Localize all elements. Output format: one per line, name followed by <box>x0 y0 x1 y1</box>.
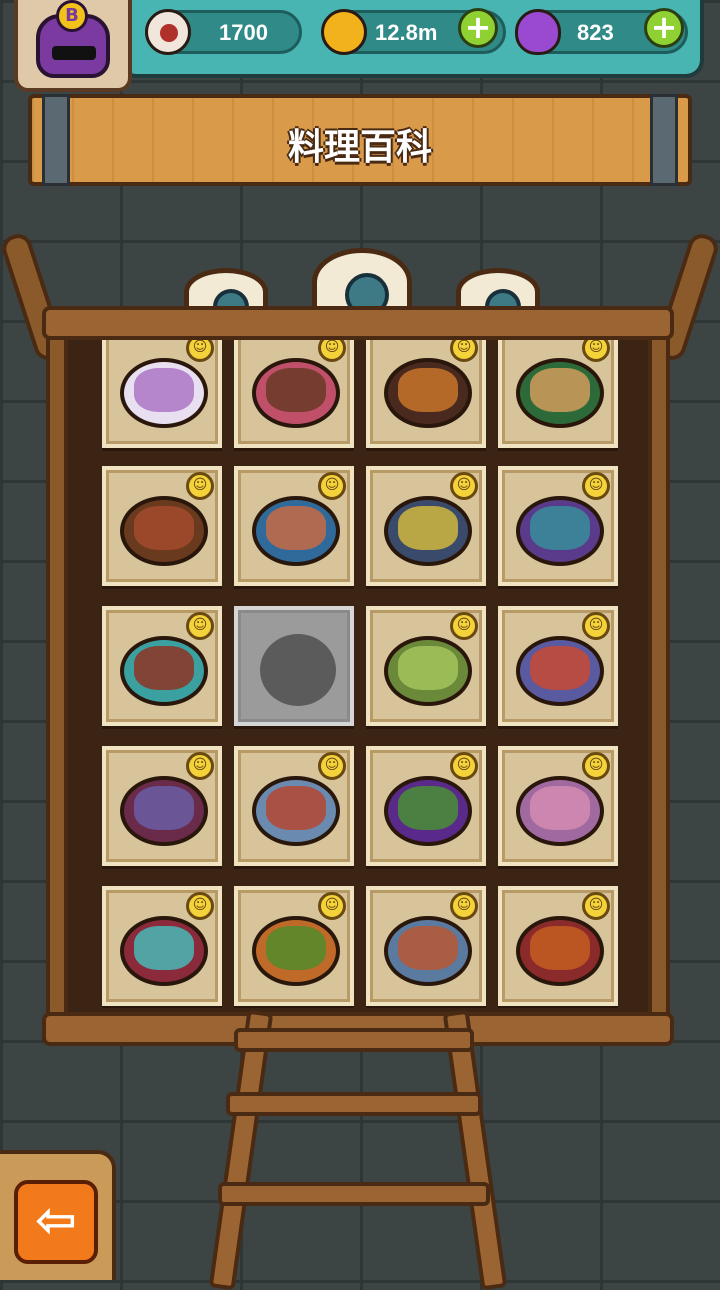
recipe-grid[interactable]: ☺ ☺ ☺ ☺ ☺ ☺ ☺ ☺ ☺ ☺ ☺ ☺ ☺ ☺ ☺ ☺ ☺ ☺ ☺ <box>98 338 622 1008</box>
recipe-cell[interactable]: ☺ <box>498 606 618 726</box>
back-arrow-icon: ⇦ <box>35 1191 77 1249</box>
happy-monster-badge-icon: ☺ <box>450 612 478 640</box>
dish-food <box>530 646 590 690</box>
dish-food <box>134 926 194 970</box>
recipe-cell[interactable]: ☺ <box>234 746 354 866</box>
recipe-cell[interactable]: ☺ <box>234 466 354 586</box>
dish-food <box>134 506 194 550</box>
recipe-cell[interactable]: ☺ <box>366 886 486 1006</box>
dish-food <box>266 786 326 830</box>
dish-food <box>266 506 326 550</box>
potion-count: 823 <box>577 20 614 45</box>
eyeball-counter: 1700 <box>145 9 302 55</box>
happy-monster-badge-icon: ☺ <box>318 892 346 920</box>
happy-monster-badge-icon: ☺ <box>582 892 610 920</box>
recipe-cell[interactable]: ☺ <box>102 606 222 726</box>
happy-monster-badge-icon: ☺ <box>186 892 214 920</box>
dish-food <box>530 368 590 412</box>
dish-food <box>398 646 458 690</box>
recipe-cell[interactable]: ☺ <box>102 746 222 866</box>
eyeball-count: 1700 <box>219 20 268 45</box>
dish-food <box>398 786 458 830</box>
happy-monster-badge-icon: ☺ <box>450 472 478 500</box>
happy-monster-badge-icon: ☺ <box>318 752 346 780</box>
dish-food <box>398 926 458 970</box>
back-button-holder: ⇦ <box>0 1150 116 1280</box>
ladder-rung <box>226 1092 482 1116</box>
dish-food <box>398 368 458 412</box>
happy-monster-badge-icon: ☺ <box>186 612 214 640</box>
recipe-cell[interactable]: ☺ <box>234 886 354 1006</box>
recipe-cell[interactable]: ☺ <box>366 746 486 866</box>
dish-food <box>530 926 590 970</box>
recipe-cell[interactable]: ☺ <box>498 338 618 448</box>
coin-icon <box>321 9 367 55</box>
player-rank-badge: B <box>56 0 88 32</box>
recipe-cell[interactable]: ☺ <box>102 466 222 586</box>
ladder-rung <box>218 1182 490 1206</box>
recipe-cell[interactable]: ☺ <box>498 746 618 866</box>
frame-top-beam <box>42 306 674 340</box>
happy-monster-badge-icon: ☺ <box>450 892 478 920</box>
dish-food <box>134 646 194 690</box>
title-plank: 料理百科 <box>28 94 692 186</box>
add-potions-button[interactable]: + <box>644 8 684 48</box>
happy-monster-badge-icon: ☺ <box>450 752 478 780</box>
dish-food <box>530 506 590 550</box>
potion-icon <box>515 9 561 55</box>
happy-monster-badge-icon: ☺ <box>582 338 610 362</box>
recipe-cell[interactable]: ☺ <box>102 886 222 1006</box>
happy-monster-badge-icon: ☺ <box>186 338 214 362</box>
happy-monster-badge-icon: ☺ <box>186 472 214 500</box>
happy-monster-badge-icon: ☺ <box>582 472 610 500</box>
coin-count: 12.8m <box>375 20 438 45</box>
happy-monster-badge-icon: ☺ <box>450 338 478 362</box>
locked-recipe-cell[interactable] <box>234 606 354 726</box>
happy-monster-badge-icon: ☺ <box>318 472 346 500</box>
happy-monster-badge-icon: ☺ <box>318 338 346 362</box>
add-coins-button[interactable]: + <box>458 8 498 48</box>
dish-food <box>398 506 458 550</box>
back-button[interactable]: ⇦ <box>14 1180 98 1264</box>
ladder-rung <box>234 1028 474 1052</box>
recipe-cell[interactable]: ☺ <box>366 466 486 586</box>
recipe-cell[interactable]: ☺ <box>102 338 222 448</box>
recipe-cell[interactable]: ☺ <box>498 886 618 1006</box>
player-avatar[interactable]: B <box>14 0 132 92</box>
recipe-cell[interactable]: ☺ <box>234 338 354 448</box>
dish-food <box>134 786 194 830</box>
dish-food <box>266 926 326 970</box>
locked-dish-silhouette-icon <box>260 634 336 706</box>
happy-monster-badge-icon: ☺ <box>582 612 610 640</box>
page-title: 料理百科 <box>287 127 432 168</box>
resource-bar: 1700 12.8m + 823 + <box>118 0 704 78</box>
recipe-cell[interactable]: ☺ <box>366 606 486 726</box>
dish-food <box>530 786 590 830</box>
dish-food <box>134 368 194 412</box>
eyeball-icon <box>145 9 191 55</box>
happy-monster-badge-icon: ☺ <box>186 752 214 780</box>
recipe-cell[interactable]: ☺ <box>498 466 618 586</box>
dish-food <box>266 368 326 412</box>
recipe-cell[interactable]: ☺ <box>366 338 486 448</box>
happy-monster-badge-icon: ☺ <box>582 752 610 780</box>
